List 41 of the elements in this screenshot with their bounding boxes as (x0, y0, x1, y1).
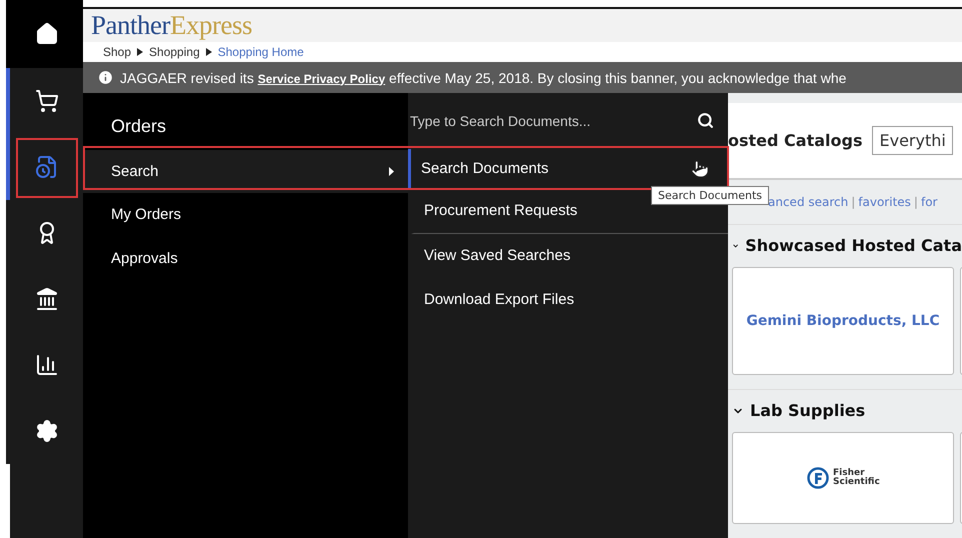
info-icon (97, 69, 114, 86)
document-clock-icon (34, 155, 58, 179)
breadcrumb-link[interactable]: Shop (103, 45, 132, 59)
highlight-frame (16, 138, 78, 198)
catalog-card[interactable]: Fisher Scientific (732, 432, 954, 524)
link-separator: | (914, 194, 918, 209)
nav-item[interactable] (6, 0, 83, 68)
logo[interactable]: PantherExpress (91, 10, 252, 41)
menu-item[interactable]: My Orders (83, 192, 408, 237)
menu-item[interactable]: Approvals (83, 236, 408, 281)
breadcrumb-link[interactable]: Shopping (149, 45, 200, 59)
menu-item[interactable]: Search (83, 150, 408, 193)
catalog-link[interactable]: anced search (768, 194, 848, 209)
section-title: Showcased Hosted Cata (745, 236, 962, 256)
catalog-link[interactable]: for (920, 194, 938, 209)
submenu-item[interactable]: View Saved Searches (411, 234, 728, 278)
bank-icon (34, 287, 58, 311)
catalog-link[interactable]: favorites (858, 194, 911, 209)
menu-title: Orders (110, 114, 168, 138)
search-icon[interactable] (697, 112, 714, 130)
tooltip: Search Documents (651, 186, 770, 205)
home-icon (34, 22, 58, 46)
f-circle-icon (807, 466, 829, 489)
cart-icon (34, 89, 58, 113)
caret-icon (389, 166, 394, 176)
section-title: Lab Supplies (750, 401, 866, 420)
breadcrumb-link[interactable]: Shopping Home (218, 45, 304, 59)
policy-link[interactable]: Service Privacy Policy (258, 72, 386, 86)
triangle-icon (206, 48, 212, 56)
link-separator: | (851, 194, 856, 209)
search-label: osted Catalogs (728, 130, 862, 150)
triangle-icon (137, 48, 144, 56)
bar-chart-icon (34, 353, 58, 377)
scope-dropdown[interactable]: Everythi (872, 126, 953, 155)
notice-text: JAGGAER revised its Service Privacy Policy effective May 25, 2018. By closing this banner, you acknowledge that whe (120, 70, 846, 86)
hand-cursor-icon (690, 158, 710, 179)
submenu-item[interactable]: Download Export Files (411, 278, 728, 322)
catalog-card[interactable]: Gemini Bioproducts, LLC (732, 266, 954, 375)
supplier-name: Gemini Bioproducts, LLC (746, 312, 940, 329)
logo-text: Fisher Scientific (833, 468, 879, 487)
document-search-field[interactable]: Type to Search Documents... (408, 112, 672, 130)
